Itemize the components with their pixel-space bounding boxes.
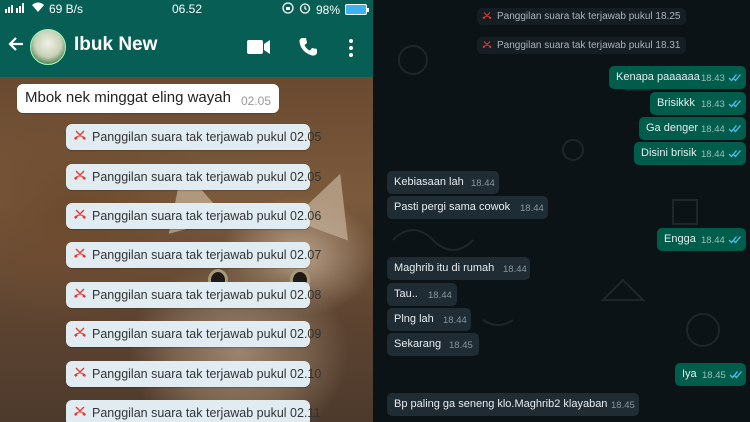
read-ticks-icon — [728, 236, 741, 244]
missed-call-notice[interactable]: Panggilan suara tak terjawab pukul 18.31 — [477, 37, 687, 54]
more-options-icon[interactable] — [348, 38, 354, 63]
message-text: Kebiasaan lah — [394, 176, 464, 188]
message-text: Plng lah — [394, 313, 434, 325]
missed-call-text: Panggilan suara tak terjawab pukul 02.09 — [92, 327, 322, 341]
missed-call-icon — [482, 40, 492, 48]
incoming-message[interactable]: Tau.. 18.44 — [387, 283, 457, 306]
missed-call-text: Panggilan suara tak terjawab pukul 02.06 — [92, 209, 322, 223]
signal-icon — [5, 2, 27, 16]
message-time: 18.44 — [503, 264, 527, 275]
lock-rotation-icon — [282, 2, 294, 17]
message-time: 18.45 — [702, 370, 726, 381]
missed-call-text: Panggilan suara tak terjawab pukul 02.08 — [92, 288, 322, 302]
read-ticks-icon — [728, 74, 741, 82]
missed-call-notice[interactable]: Panggilan suara tak terjawab pukul 02.05 — [66, 164, 321, 190]
message-text: Engga — [664, 233, 696, 245]
contact-avatar[interactable] — [30, 29, 66, 65]
missed-call-icon — [74, 170, 86, 180]
missed-call-notice[interactable]: Panggilan suara tak terjawab pukul 02.10 — [66, 361, 321, 387]
missed-call-icon — [74, 248, 86, 258]
outgoing-message[interactable]: Engga 18.44 — [657, 228, 746, 251]
message-text: Pasti pergi sama cowok — [394, 201, 511, 213]
outgoing-message[interactable]: Ga denger 18.44 — [639, 117, 746, 140]
read-ticks-icon — [729, 371, 742, 379]
contact-name[interactable]: Ibuk New — [74, 34, 157, 56]
missed-call-text: Panggilan suara tak terjawab pukul 02.10 — [92, 367, 322, 381]
message-text: Brisikkk — [657, 97, 695, 109]
message-time: 18.43 — [701, 73, 725, 84]
message-time: 02.05 — [241, 94, 272, 108]
outgoing-message[interactable]: Brisikkk 18.43 — [650, 92, 746, 115]
message-time: 18.44 — [428, 290, 452, 301]
wifi-icon — [31, 2, 45, 16]
missed-call-text: Panggilan suara tak terjawab pukul 02.11 — [92, 406, 321, 420]
missed-call-notice[interactable]: Panggilan suara tak terjawab pukul 18.25 — [477, 8, 687, 25]
missed-call-icon — [74, 288, 86, 298]
message-text: Sekarang — [394, 338, 442, 350]
missed-call-icon — [74, 209, 86, 219]
incoming-message[interactable]: Mbok nek minggat eling wayah 02.05 — [17, 84, 279, 113]
read-ticks-icon — [728, 100, 741, 108]
message-text: Iya — [682, 368, 697, 380]
battery-percent: 98% — [315, 2, 340, 17]
message-time: 18.43 — [701, 99, 725, 110]
missed-call-notice[interactable]: Panggilan suara tak terjawab pukul 02.05 — [66, 124, 321, 150]
message-time: 18.44 — [520, 203, 544, 214]
read-ticks-icon — [728, 150, 741, 158]
message-time: 18.45 — [449, 340, 473, 351]
message-time: 18.45 — [611, 400, 635, 411]
missed-call-text: Panggilan suara tak terjawab pukul 18.31 — [497, 40, 681, 51]
status-bar: 69 B/s 06.52 98% — [0, 0, 373, 19]
message-text: Mbok nek minggat eling wayah — [25, 89, 231, 106]
chat-header: Ibuk New — [0, 19, 373, 77]
message-time: 18.44 — [701, 124, 725, 135]
missed-call-text: Panggilan suara tak terjawab pukul 02.05 — [92, 170, 322, 184]
message-text: Disini brisik — [641, 147, 697, 159]
message-text: Maghrib itu di rumah — [394, 262, 495, 274]
outgoing-message[interactable]: Iya 18.45 — [675, 363, 746, 386]
voice-call-icon[interactable] — [298, 37, 318, 62]
outgoing-message[interactable]: Kenapa paaaaaa 18.43 — [609, 66, 746, 89]
right-chat-screen: Panggilan suara tak terjawab pukul 18.25… — [373, 0, 750, 422]
missed-call-notice[interactable]: Panggilan suara tak terjawab pukul 02.11 — [66, 400, 320, 422]
video-call-icon[interactable] — [247, 39, 271, 60]
incoming-message[interactable]: Plng lah 18.44 — [387, 308, 471, 331]
incoming-message[interactable]: Kebiasaan lah 18.44 — [387, 171, 499, 194]
screenshot-composite: 69 B/s 06.52 98% Ibuk New Mbok nek mingg… — [0, 0, 750, 422]
message-text: Kenapa paaaaaa — [616, 71, 700, 83]
missed-call-icon — [74, 406, 86, 416]
network-speed: 69 B/s — [49, 2, 84, 16]
back-arrow-icon[interactable] — [7, 34, 25, 58]
message-time: 18.44 — [701, 235, 725, 246]
incoming-message[interactable]: Bp paling ga seneng klo.Maghrib2 klayaba… — [387, 393, 639, 416]
outgoing-message[interactable]: Disini brisik 18.44 — [634, 142, 746, 165]
missed-call-notice[interactable]: Panggilan suara tak terjawab pukul 02.09 — [66, 321, 321, 347]
missed-call-icon — [74, 327, 86, 337]
missed-call-text: Panggilan suara tak terjawab pukul 02.05 — [92, 130, 322, 144]
missed-call-icon — [482, 11, 492, 19]
message-text: Ga denger — [646, 122, 698, 134]
missed-call-notice[interactable]: Panggilan suara tak terjawab pukul 02.07 — [66, 242, 321, 268]
message-text: Bp paling ga seneng klo.Maghrib2 klayaba… — [394, 398, 608, 410]
alarm-icon — [299, 2, 311, 17]
incoming-message[interactable]: Maghrib itu di rumah 18.44 — [387, 257, 530, 280]
message-text: Tau.. — [394, 288, 418, 300]
status-time: 06.52 — [172, 2, 203, 16]
message-time: 18.44 — [471, 178, 495, 189]
missed-call-text: Panggilan suara tak terjawab pukul 02.07 — [92, 248, 322, 262]
incoming-message[interactable]: Pasti pergi sama cowok 18.44 — [387, 196, 548, 219]
missed-call-icon — [74, 367, 86, 377]
battery-icon — [345, 4, 369, 15]
read-ticks-icon — [728, 125, 741, 133]
missed-call-notice[interactable]: Panggilan suara tak terjawab pukul 02.08 — [66, 282, 321, 308]
missed-call-text: Panggilan suara tak terjawab pukul 18.25 — [497, 11, 681, 22]
left-chat-screen: 69 B/s 06.52 98% Ibuk New Mbok nek mingg… — [0, 0, 373, 422]
message-time: 18.44 — [701, 149, 725, 160]
missed-call-notice[interactable]: Panggilan suara tak terjawab pukul 02.06 — [66, 203, 321, 229]
incoming-message[interactable]: Sekarang 18.45 — [387, 333, 479, 356]
missed-call-icon — [74, 130, 86, 140]
message-time: 18.44 — [443, 315, 467, 326]
